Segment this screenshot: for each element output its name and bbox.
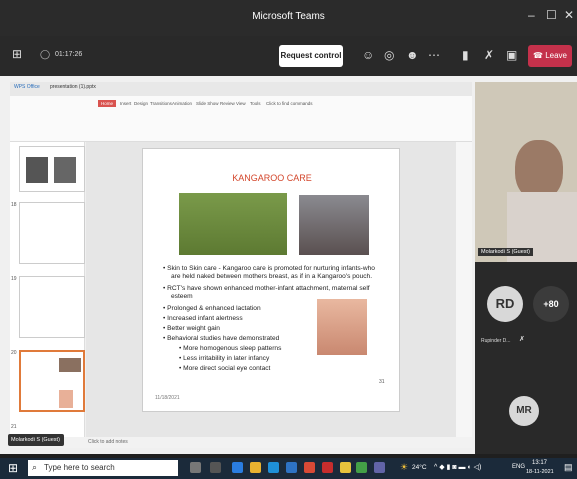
bullet: • Better weight gain — [163, 325, 220, 332]
mail-icon[interactable] — [268, 462, 279, 473]
avatar-mr[interactable]: MR — [509, 396, 539, 426]
clock-date[interactable]: 18-11-2021 — [526, 469, 554, 475]
more-options-icon[interactable]: ⋯ — [428, 48, 440, 62]
windows-taskbar: ⊞ Type here to search ⌕ ☀ 24°C ^ ◆ ▮ ◙ ▬… — [0, 458, 577, 479]
share-icon[interactable]: ▣ — [506, 48, 517, 62]
leave-label: Leave — [545, 51, 567, 60]
tab-wps[interactable]: WPS Office — [14, 84, 40, 90]
window-titlebar: Microsoft Teams – ☐ ✕ — [0, 0, 577, 36]
slide-page-number: 31 — [379, 379, 385, 385]
edge-icon[interactable] — [232, 462, 243, 473]
slide: KANGAROO CARE • Skin to Skin care - Kang… — [142, 148, 400, 412]
tray-icons[interactable]: ^ ◆ ▮ ◙ ▬ ◐ ◁) — [434, 463, 481, 471]
chat-icon[interactable]: ◎ — [384, 48, 394, 62]
kangaroos-image — [179, 193, 287, 255]
rd-name: Rupinder D... — [481, 338, 511, 344]
slide-title: KANGAROO CARE — [232, 173, 312, 183]
search-icon: ⌕ — [32, 462, 38, 472]
sub-bullet: • More direct social eye contact — [179, 365, 271, 372]
status-bar: Click to add notes — [10, 437, 472, 448]
app-icon[interactable] — [340, 462, 351, 473]
bullet-continuation: are held naked between mothers breast, a… — [171, 273, 373, 280]
more-participants-badge[interactable]: +80 — [533, 286, 569, 322]
slide-thumbnail-active[interactable] — [19, 350, 85, 412]
minimize-icon[interactable]: – — [528, 8, 535, 22]
ribbon-tab-home[interactable]: Home — [98, 100, 117, 107]
weather-icon: ☀ — [400, 462, 409, 472]
shield-icon: ◯ — [40, 49, 51, 59]
tab-presentation[interactable]: presentation (1).pptx — [50, 84, 96, 90]
mic-off-icon[interactable]: ✗ — [484, 48, 494, 62]
bullet: • RCT's have shown enhanced mother-infan… — [163, 285, 370, 292]
wps-icon[interactable] — [322, 462, 333, 473]
language[interactable]: ENG — [512, 464, 525, 470]
participant-video: Molarkodi S (Guest) — [475, 82, 577, 262]
reactions-icon[interactable]: ☻ — [406, 48, 419, 62]
person-video — [515, 140, 563, 200]
bullet: • Increased infant alertness — [163, 315, 243, 322]
ribbon-tab-transitions[interactable]: Transitions — [150, 101, 172, 106]
app-tabbar: WPS Office presentation (1).pptx — [10, 82, 472, 96]
taskview-icon[interactable] — [210, 462, 221, 473]
ribbon-tab-insert[interactable]: Insert — [120, 101, 131, 106]
sharer-name-label: Molarkodi S (Guest) — [8, 434, 64, 446]
slide-thumbnails: 18 19 20 21 — [10, 142, 85, 437]
search-placeholder: Type here to search — [44, 463, 115, 472]
chrome-icon[interactable] — [304, 462, 315, 473]
ribbon-tab-design[interactable]: Design — [134, 101, 148, 106]
ribbon-tab-view[interactable]: View — [236, 101, 246, 106]
teams-icon[interactable] — [374, 462, 385, 473]
slide-thumbnail[interactable] — [19, 202, 85, 264]
avatar-rd[interactable]: RD — [487, 286, 523, 322]
leave-button[interactable]: ☎ Leave — [528, 45, 572, 67]
participants-icon[interactable]: ☺ — [362, 48, 374, 62]
sub-bullet: • More homogenous sleep patterns — [179, 345, 282, 352]
grid-icon[interactable]: ⊞ — [12, 47, 22, 61]
clock-time[interactable]: 13:17 — [532, 460, 547, 466]
camera-off-icon[interactable]: ▮ — [462, 48, 469, 62]
thumb-number: 19 — [11, 276, 17, 282]
request-control-button[interactable]: Request control — [279, 45, 343, 67]
mother-baby-image — [317, 299, 367, 355]
side-tools[interactable] — [456, 142, 472, 437]
mic-muted-icon: ✗ — [519, 336, 525, 343]
maximize-icon[interactable]: ☐ — [546, 8, 557, 22]
thumb-number: 21 — [11, 424, 17, 430]
cortana-icon[interactable] — [190, 462, 201, 473]
thumb-number: 18 — [11, 202, 17, 208]
ribbon-tab-slideshow[interactable]: Slide Show — [196, 101, 219, 106]
ribbon-tab-review[interactable]: Review — [220, 101, 235, 106]
file-explorer-icon[interactable] — [250, 462, 261, 473]
meeting-timer: 01:17:26 — [55, 51, 83, 58]
bullet: • Skin to Skin care - Kangaroo care is p… — [163, 265, 375, 272]
store-icon[interactable] — [286, 462, 297, 473]
window-title: Microsoft Teams — [252, 11, 325, 22]
kangaroo-joey-image — [299, 195, 369, 255]
close-icon[interactable]: ✕ — [564, 8, 574, 22]
slide-thumbnail[interactable] — [19, 146, 85, 192]
notes-placeholder[interactable]: Click to add notes — [88, 439, 128, 445]
participant-avatars: RD +80 Rupinder D... ✗ MR — [475, 262, 577, 454]
sub-bullet: • Less irritability in later infancy — [179, 355, 270, 362]
command-search[interactable]: Click to find commands — [266, 101, 313, 106]
ribbon-tab-animation[interactable]: Animation — [172, 101, 192, 106]
ribbon: Home Insert Design Transitions Animation… — [10, 96, 472, 142]
slide-date: 11/18/2021 — [155, 395, 180, 401]
bullet: • Behavioral studies have demonstrated — [163, 335, 280, 342]
bullet: • Prolonged & enhanced lactation — [163, 305, 261, 312]
windows-start-icon[interactable]: ⊞ — [8, 461, 18, 475]
video-name-label: Molarkodi S (Guest) — [478, 248, 533, 256]
bullet-continuation: esteem — [171, 293, 193, 300]
taskbar-search[interactable]: Type here to search — [28, 460, 178, 476]
temperature[interactable]: 24°C — [412, 464, 427, 471]
notification-icon[interactable]: ▤ — [564, 462, 573, 473]
chrome-alt-icon[interactable] — [356, 462, 367, 473]
thumb-number: 20 — [11, 350, 17, 356]
ribbon-tab-tools[interactable]: Tools — [250, 101, 261, 106]
slide-thumbnail[interactable] — [19, 276, 85, 338]
